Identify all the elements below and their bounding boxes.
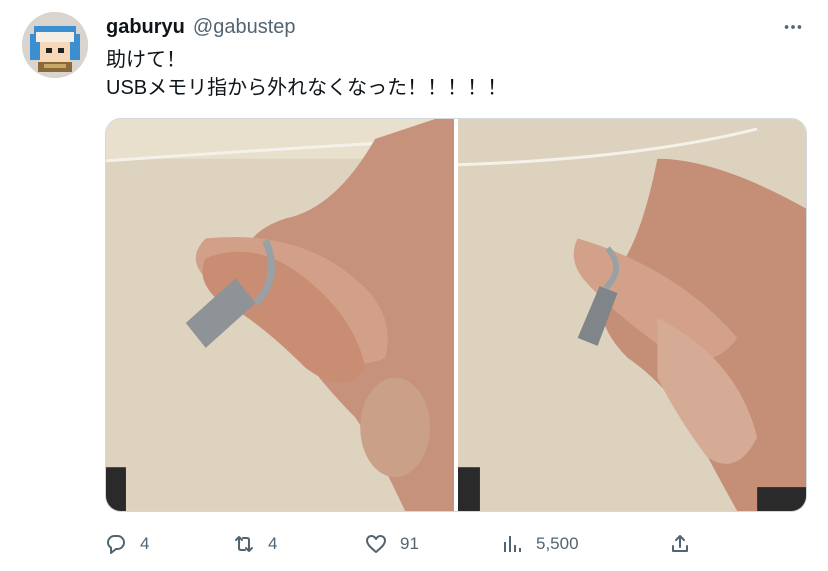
share-icon	[672, 535, 688, 552]
retweet-button[interactable]: 4	[232, 528, 277, 560]
photo-hand-usb-ring-2-icon	[458, 119, 806, 511]
more-horizontal-icon	[784, 25, 802, 29]
tweet-text: 助けて！ USBメモリ指から外れなくなった！！！！！	[106, 49, 508, 99]
like-button[interactable]: 91	[364, 528, 419, 560]
avatar[interactable]	[22, 12, 88, 78]
photo-1[interactable]	[106, 119, 454, 511]
tweet-actions: 4 4 91 5,500	[104, 528, 704, 560]
reply-button[interactable]: 4	[104, 528, 149, 560]
media-grid	[105, 118, 807, 512]
heart-icon	[366, 535, 386, 553]
user-handle[interactable]: @gabustep	[193, 16, 296, 39]
share-button[interactable]	[668, 528, 692, 560]
photo-hand-usb-ring-1-icon	[106, 119, 454, 511]
more-options-button[interactable]	[778, 14, 808, 40]
views-button[interactable]: 5,500	[500, 528, 579, 560]
retweet-icon	[235, 536, 253, 552]
views-icon	[504, 536, 521, 552]
display-name[interactable]: gaburyu	[106, 16, 185, 39]
photo-2[interactable]	[458, 119, 806, 511]
view-count: 5,500	[536, 534, 579, 553]
like-count: 91	[400, 534, 419, 553]
pixel-avatar-icon	[22, 12, 88, 78]
reply-icon	[107, 535, 125, 554]
reply-count: 4	[140, 534, 150, 553]
retweet-count: 4	[268, 534, 278, 553]
